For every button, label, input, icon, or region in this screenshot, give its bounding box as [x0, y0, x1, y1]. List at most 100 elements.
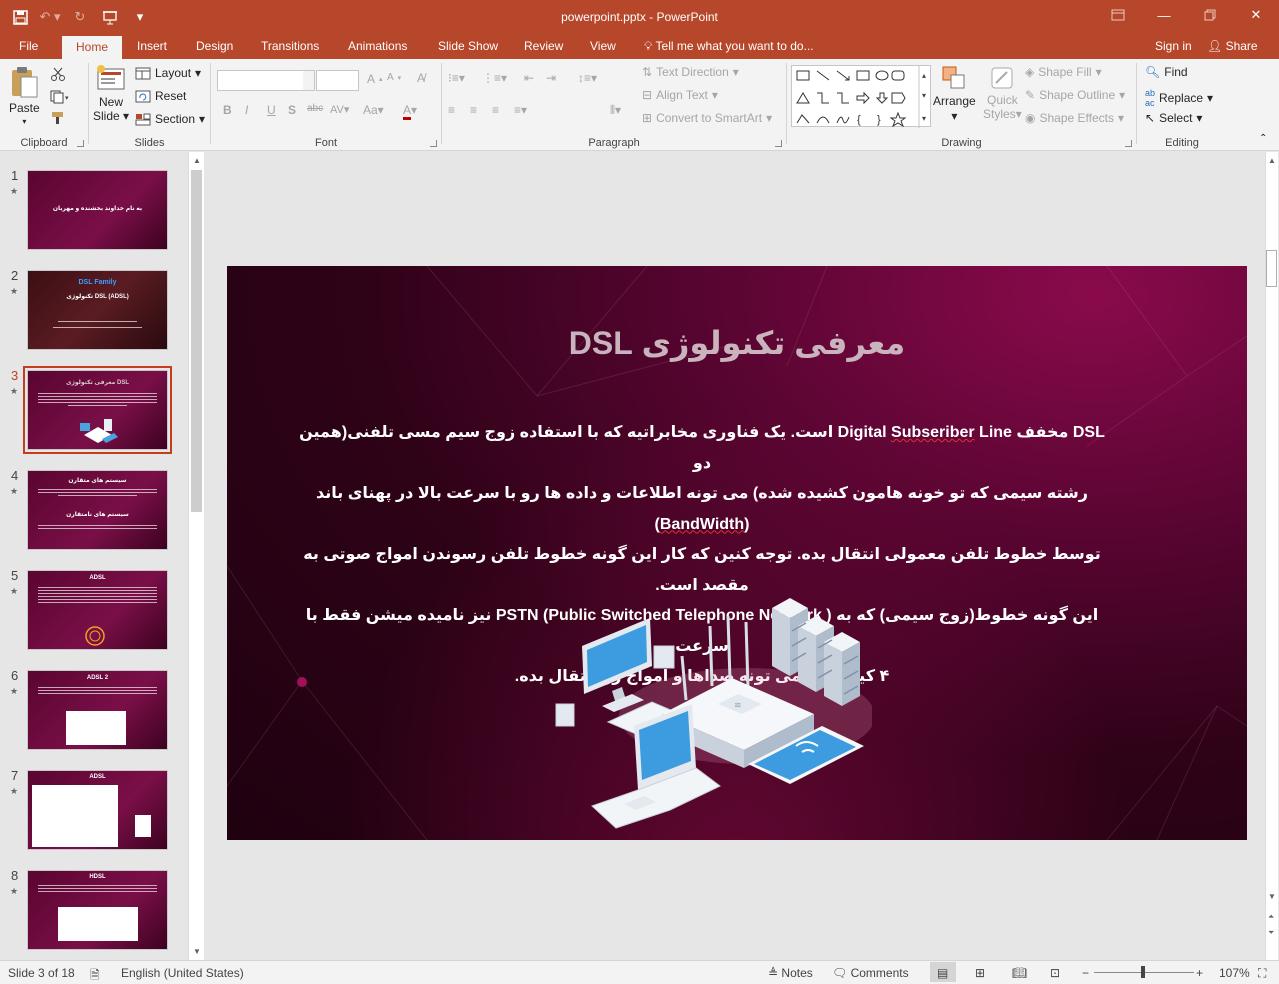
align-center-icon[interactable]: ≡ — [470, 103, 477, 117]
zoom-in-icon[interactable]: + — [1196, 966, 1203, 980]
columns-icon[interactable]: ⫴▾ — [610, 103, 621, 118]
network-devices-illustration[interactable]: ≋ — [552, 596, 872, 831]
slide-sorter-icon[interactable]: ⊞ — [975, 966, 985, 980]
convert-smartart-button[interactable]: ⊞ Convert to SmartArt ▾ — [642, 111, 772, 125]
language-indicator[interactable]: English (United States) — [121, 966, 244, 980]
slide-number: 5 — [11, 568, 19, 583]
comments-button[interactable]: 🗨︎ Comments — [832, 966, 909, 980]
tab-review[interactable]: Review — [524, 39, 563, 53]
tell-me-box[interactable]: 💡︎ Tell me what you want to do... — [644, 39, 814, 54]
scroll-down-icon[interactable]: ▼ — [193, 947, 201, 956]
arrange-button[interactable]: Arrange ▾ — [933, 63, 976, 123]
shapes-gallery[interactable]: {} ▴ ▾ ▾ — [791, 65, 931, 128]
tab-animations[interactable]: Animations — [348, 39, 407, 53]
paragraph-launcher-icon[interactable] — [775, 140, 782, 147]
new-slide-button[interactable]: New Slide ▾ — [93, 63, 129, 123]
reading-view-icon[interactable]: 📖︎ — [1012, 966, 1027, 980]
tab-view[interactable]: View — [590, 39, 616, 53]
layout-button[interactable]: Layout ▾ — [135, 66, 201, 80]
scroll-up-icon[interactable]: ▲ — [193, 156, 201, 165]
reset-button[interactable]: Reset — [135, 89, 186, 103]
slide-thumbnail-7[interactable]: ADSL — [27, 770, 168, 850]
font-launcher-icon[interactable] — [430, 140, 437, 147]
align-text-button[interactable]: ⊟ Align Text ▾ — [642, 88, 718, 102]
font-color-icon[interactable]: A▾ — [403, 103, 417, 120]
font-size-combo[interactable] — [316, 70, 359, 91]
tab-home[interactable]: Home — [62, 36, 123, 59]
clipboard-launcher-icon[interactable] — [77, 140, 84, 147]
thumbnail-scrollbar[interactable]: ▲ ▼ — [188, 152, 204, 960]
shape-effects-button[interactable]: ◉ Shape Effects ▾ — [1025, 111, 1124, 125]
underline-icon[interactable]: U — [267, 103, 276, 117]
sign-in-link[interactable]: Sign in — [1155, 39, 1192, 53]
text-direction-button[interactable]: ⇅ Text Direction ▾ — [642, 65, 739, 79]
copy-icon[interactable]: ▾ — [50, 90, 72, 104]
shape-fill-button[interactable]: ◈ Shape Fill ▾ — [1025, 65, 1102, 79]
slide-title[interactable]: معرفی تکنولوژی DSL — [227, 324, 1247, 362]
increase-font-icon[interactable]: A ▴ — [367, 72, 383, 86]
font-name-combo[interactable] — [217, 70, 314, 91]
next-slide-icon[interactable]: ⏷ — [1268, 928, 1274, 938]
tab-design[interactable]: Design — [196, 39, 233, 53]
select-button[interactable]: ↖ Select ▾ — [1145, 111, 1202, 125]
shape-outline-button[interactable]: ✎ Shape Outline ▾ — [1025, 88, 1125, 102]
font-name-dropdown-icon[interactable] — [303, 70, 315, 91]
italic-icon[interactable]: I — [245, 103, 248, 117]
share-button[interactable]: 👤︎ Share — [1207, 39, 1258, 53]
slide-thumbnail-6[interactable]: ADSL 2 — [27, 670, 168, 750]
slide-thumbnail-3[interactable]: معرفی تکنولوژی DSL — [23, 366, 172, 454]
justify-icon[interactable]: ≡▾ — [514, 103, 527, 117]
previous-slide-icon[interactable]: ⏶ — [1268, 912, 1274, 922]
format-painter-icon[interactable] — [50, 111, 66, 125]
slide-thumbnail-5[interactable]: ADSL — [27, 570, 168, 650]
character-spacing-icon[interactable]: AV▾ — [330, 103, 349, 116]
scroll-up-icon[interactable]: ▲ — [1268, 156, 1276, 165]
paste-button[interactable]: Paste ▾ — [9, 65, 40, 126]
drawing-launcher-icon[interactable] — [1125, 140, 1132, 147]
increase-indent-icon[interactable]: ⇥ — [546, 71, 556, 85]
scroll-down-icon[interactable]: ▼ — [1268, 892, 1276, 901]
slide-thumbnail-8[interactable]: HDSL — [27, 870, 168, 950]
notes-button[interactable]: ≜ Notes — [768, 966, 813, 980]
tab-file[interactable]: File — [19, 39, 38, 53]
tab-slideshow[interactable]: Slide Show — [438, 39, 498, 53]
collapse-ribbon-icon[interactable]: ⌃ — [1259, 133, 1267, 144]
fit-to-window-icon[interactable]: ⛶ — [1258, 966, 1266, 981]
replace-button[interactable]: ab ac Replace ▾ — [1145, 88, 1213, 108]
spellcheck-icon[interactable]: 🗎︎ — [90, 966, 100, 984]
tab-insert[interactable]: Insert — [137, 39, 167, 53]
strikethrough-icon[interactable]: abc — [307, 103, 323, 114]
main-scroll-thumb[interactable] — [1266, 250, 1277, 287]
thumbnail-scroll-thumb[interactable] — [191, 170, 202, 512]
line-spacing-icon[interactable]: ↕≡▾ — [578, 71, 597, 85]
restore-icon[interactable] — [1187, 0, 1233, 30]
zoom-slider-thumb[interactable] — [1141, 966, 1145, 978]
minimize-icon[interactable]: — — [1141, 0, 1187, 30]
cut-icon[interactable] — [50, 67, 66, 81]
bold-icon[interactable]: B — [223, 103, 232, 117]
zoom-level[interactable]: 107% — [1219, 966, 1250, 980]
shadow-icon[interactable]: S — [288, 103, 296, 117]
clear-formatting-icon[interactable]: A̸ — [417, 71, 425, 85]
align-left-icon[interactable]: ≡ — [448, 103, 455, 117]
current-slide[interactable]: معرفی تکنولوژی DSL DSL مخفف Digital Subs… — [227, 266, 1247, 840]
ribbon-display-options-icon[interactable] — [1095, 0, 1141, 30]
slide-thumbnail-2[interactable]: DSL Family تکنولوژی DSL (ADSL) — [27, 270, 168, 350]
zoom-out-icon[interactable]: − — [1082, 966, 1089, 980]
close-icon[interactable]: ✕ — [1233, 0, 1279, 30]
layout-label: Layout — [155, 66, 192, 80]
slide-thumbnail-4[interactable]: سیستم های متقارن سیستم های نامتقارن — [27, 470, 168, 550]
numbering-icon[interactable]: ⋮≡▾ — [482, 71, 507, 85]
tab-transitions[interactable]: Transitions — [261, 39, 319, 53]
slide-thumbnail-1[interactable]: به نام خداوند بخشنده و مهربان — [27, 170, 168, 250]
main-scrollbar[interactable]: ▲ ▼ ⏶ ⏷ — [1264, 152, 1279, 960]
quick-styles-button[interactable]: Quick Styles▾ — [983, 63, 1022, 121]
find-button[interactable]: 🔍︎ Find — [1145, 65, 1188, 79]
change-case-icon[interactable]: Aa▾ — [363, 103, 384, 117]
decrease-indent-icon[interactable]: ⇤ — [524, 71, 534, 85]
slideshow-view-icon[interactable]: ⊡ — [1050, 966, 1060, 980]
bullets-icon[interactable]: ⁝≡▾ — [448, 71, 465, 85]
section-button[interactable]: Section ▾ — [135, 112, 205, 126]
align-right-icon[interactable]: ≡ — [492, 103, 499, 117]
decrease-font-icon[interactable]: A ▾ — [387, 72, 401, 83]
